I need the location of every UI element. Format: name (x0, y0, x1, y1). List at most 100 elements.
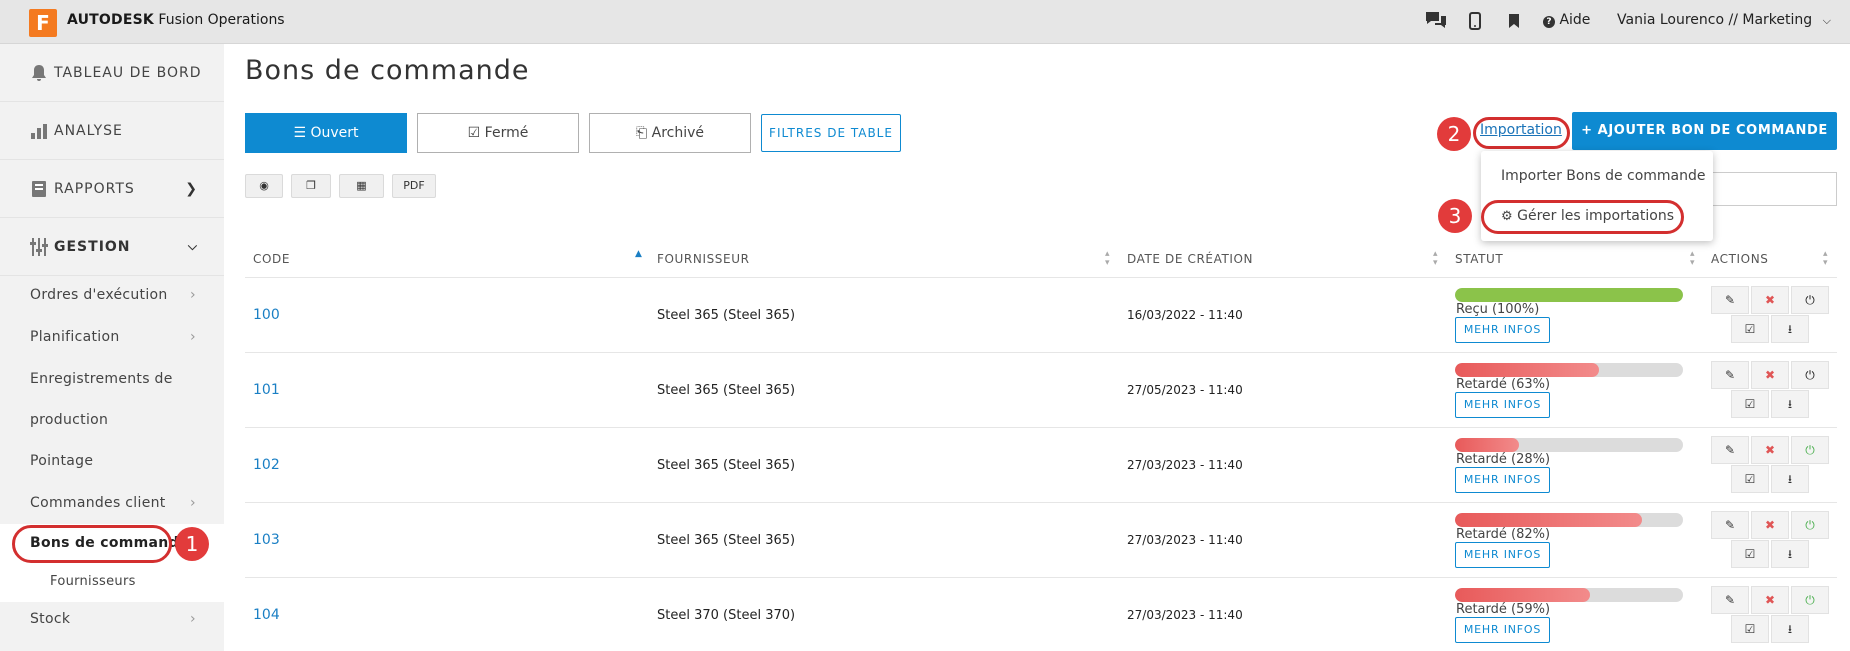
table-icon[interactable]: ▦ (339, 174, 384, 198)
column-header-status[interactable]: STATUT (1455, 252, 1503, 266)
check-icon[interactable]: ☑ (1731, 615, 1769, 643)
check-icon[interactable]: ☑ (1731, 315, 1769, 343)
status-progress-fill (1455, 438, 1519, 452)
sidebar-item-label: TABLEAU DE BORD (54, 64, 202, 81)
delete-icon[interactable]: ✖ (1751, 586, 1789, 614)
import-link[interactable]: Importation (1480, 122, 1562, 138)
app-name: AUTODESK Fusion Operations (67, 12, 285, 28)
download-icon[interactable]: ⭳ (1771, 390, 1809, 418)
more-info-button[interactable]: MEHR INFOS (1455, 542, 1550, 568)
power-icon[interactable]: ⏻ (1791, 361, 1829, 389)
status-text: Reçu (100%) (1456, 302, 1540, 317)
download-icon[interactable]: ⭳ (1771, 465, 1809, 493)
edit-icon[interactable]: ✎ (1711, 436, 1749, 464)
more-info-button[interactable]: MEHR INFOS (1455, 392, 1550, 418)
tab-closed[interactable]: ☑ Fermé (417, 113, 579, 153)
brand-name: AUTODESK (67, 12, 154, 28)
sidebar-sub-planning[interactable]: Planification › (30, 329, 196, 345)
delete-icon[interactable]: ✖ (1751, 436, 1789, 464)
sort-asc-icon[interactable]: ▲ (635, 250, 642, 259)
pdf-button[interactable]: PDF (392, 174, 436, 198)
header-divider (245, 277, 1837, 278)
help-link[interactable]: ? Aide (1543, 12, 1590, 28)
tab-archived[interactable]: ⎗ Archivé (589, 113, 751, 153)
check-icon[interactable]: ☑ (1731, 390, 1769, 418)
download-icon[interactable]: ⭳ (1771, 540, 1809, 568)
chevron-down-icon: ⌵ (187, 239, 198, 253)
power-icon[interactable]: ⏻ (1791, 586, 1829, 614)
order-code-link[interactable]: 102 (253, 457, 280, 473)
import-purchase-orders-item[interactable]: Importer Bons de commande (1501, 168, 1706, 184)
more-info-button[interactable]: MEHR INFOS (1455, 467, 1550, 493)
sidebar-item-management[interactable]: GESTION ⌵ (0, 218, 224, 276)
sidebar-sub-production-records[interactable]: Enregistrements de (30, 371, 173, 387)
status-text: Retardé (82%) (1456, 527, 1551, 542)
delete-icon[interactable]: ✖ (1751, 361, 1789, 389)
order-code-link[interactable]: 101 (253, 382, 280, 398)
eye-icon[interactable]: ◉ (245, 174, 283, 198)
download-icon[interactable]: ⭳ (1771, 615, 1809, 643)
power-icon[interactable]: ⏻ (1791, 286, 1829, 314)
sort-icon[interactable]: ▴ ▾ (1433, 250, 1438, 268)
download-icon[interactable]: ⭳ (1771, 315, 1809, 343)
sidebar-sub-label: Commandes client (30, 495, 166, 511)
chat-icon[interactable] (1424, 10, 1448, 30)
help-label: Aide (1559, 12, 1591, 28)
sidebar-sub-stock[interactable]: Stock › (30, 611, 196, 627)
sidebar-item-label: GESTION (54, 238, 131, 255)
edit-icon[interactable]: ✎ (1711, 511, 1749, 539)
order-code-link[interactable]: 104 (253, 607, 280, 623)
check-icon[interactable]: ☑ (1731, 540, 1769, 568)
date-cell: 27/05/2023 - 11:40 (1127, 383, 1243, 397)
sort-icon[interactable]: ▴ ▾ (1105, 250, 1110, 268)
column-header-code[interactable]: CODE (253, 252, 290, 266)
table-filters-button[interactable]: FILTRES DE TABLE (761, 114, 901, 152)
sort-icon[interactable]: ▴ ▾ (1823, 250, 1828, 268)
sidebar-sub-sales-orders[interactable]: Commandes client › (30, 495, 196, 511)
user-menu[interactable]: Vania Lourenco // Marketing ⌵ (1617, 12, 1831, 28)
supplier-cell: Steel 365 (Steel 365) (657, 458, 796, 473)
sidebar-sub-timekeeping[interactable]: Pointage (30, 453, 93, 469)
column-header-supplier[interactable]: FOURNISSEUR (657, 252, 750, 266)
edit-icon[interactable]: ✎ (1711, 586, 1749, 614)
sidebar-item-analysis[interactable]: ANALYSE (0, 102, 224, 160)
sidebar-sub-label: Enregistrements de (30, 371, 173, 387)
supplier-cell: Steel 370 (Steel 370) (657, 608, 796, 623)
sidebar-sub-label: Ordres d'exécution (30, 287, 168, 303)
tab-open[interactable]: ☰ Ouvert (245, 113, 407, 153)
power-icon[interactable]: ⏻ (1791, 511, 1829, 539)
status-progress-fill (1455, 513, 1642, 527)
sidebar-sub-label: Pointage (30, 453, 94, 469)
add-purchase-order-button[interactable]: + AJOUTER BON DE COMMANDE (1572, 112, 1837, 150)
copy-icon[interactable]: ❐ (291, 174, 331, 198)
chevron-right-icon: › (190, 495, 196, 511)
sidebar-sub-suppliers[interactable]: Fournisseurs (50, 574, 136, 589)
sidebar-item-dashboard[interactable]: TABLEAU DE BORD (0, 44, 224, 102)
status-progress-bar (1455, 588, 1683, 602)
bookmark-icon[interactable] (1509, 14, 1519, 28)
chevron-down-icon: ⌵ (1822, 14, 1831, 27)
order-code-link[interactable]: 103 (253, 532, 280, 548)
edit-icon[interactable]: ✎ (1711, 361, 1749, 389)
fusion-logo[interactable]: F (29, 9, 57, 37)
sidebar-sub-production-records-line2[interactable]: production (30, 412, 108, 428)
sort-icon[interactable]: ▴ ▾ (1690, 250, 1695, 268)
more-info-button[interactable]: MEHR INFOS (1455, 617, 1550, 643)
status-progress-fill (1455, 588, 1590, 602)
column-header-created[interactable]: DATE DE CRÉATION (1127, 252, 1253, 266)
delete-icon[interactable]: ✖ (1751, 286, 1789, 314)
edit-icon[interactable]: ✎ (1711, 286, 1749, 314)
order-code-link[interactable]: 100 (253, 307, 280, 323)
search-input[interactable] (1700, 172, 1837, 206)
sidebar-sub-work-orders[interactable]: Ordres d'exécution › (30, 287, 196, 303)
power-icon[interactable]: ⏻ (1791, 436, 1829, 464)
delete-icon[interactable]: ✖ (1751, 511, 1789, 539)
sidebar-item-label: ANALYSE (54, 122, 123, 139)
callout-ring-1 (12, 525, 172, 563)
mobile-icon[interactable] (1469, 12, 1481, 30)
sidebar-item-reports[interactable]: RAPPORTS ❯ (0, 160, 224, 218)
more-info-button[interactable]: MEHR INFOS (1455, 317, 1550, 343)
status-progress-fill (1455, 363, 1599, 377)
top-bar: F AUTODESK Fusion Operations ? Aide Vani… (0, 0, 1850, 44)
check-icon[interactable]: ☑ (1731, 465, 1769, 493)
